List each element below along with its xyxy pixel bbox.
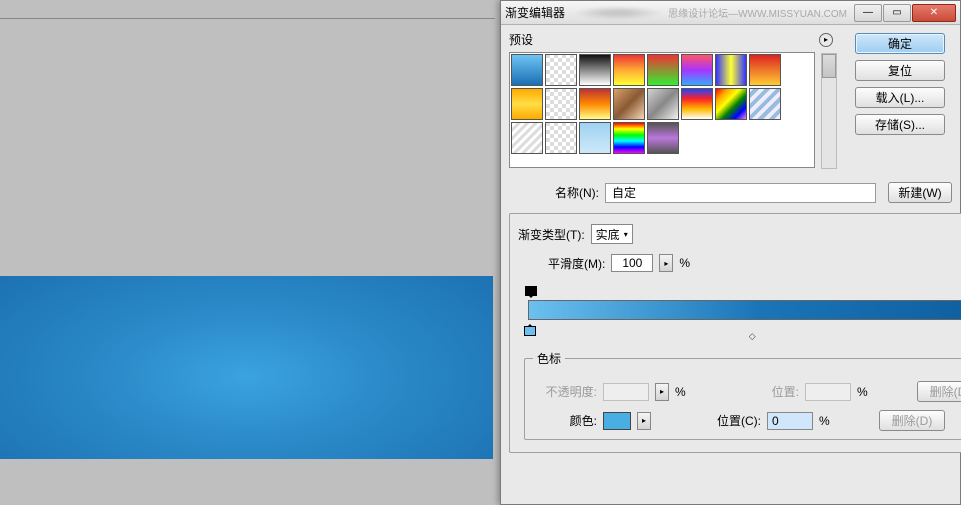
preset-swatch[interactable] [511, 88, 543, 120]
preset-swatch[interactable] [545, 122, 577, 154]
position-label: 位置: [735, 383, 799, 400]
color-picker-arrow[interactable]: ▸ [637, 412, 651, 430]
gradient-settings: 渐变类型(T): 实底 ▾ 平滑度(M): ▸ % ◇ [509, 213, 961, 453]
stops-group: 色标 不透明度: ▸ % 位置: % 删除(D) [524, 350, 961, 440]
preset-swatch[interactable] [749, 88, 781, 120]
title-smudge [573, 6, 662, 20]
type-select[interactable]: 实底 ▾ [591, 224, 633, 244]
gradient-bar[interactable] [528, 300, 961, 320]
gradient-track[interactable]: ◇ [528, 286, 961, 332]
watermark: 思缘设计论坛—WWW.MISSYUAN.COM [662, 5, 853, 20]
close-button[interactable]: ✕ [912, 4, 956, 22]
preset-swatch[interactable] [579, 122, 611, 154]
percent-label: % [679, 256, 693, 270]
reset-button[interactable]: 复位 [855, 60, 945, 81]
presets-scrollbar[interactable] [821, 53, 837, 169]
position-input [805, 383, 851, 401]
type-label: 渐变类型(T): [518, 226, 585, 243]
gradient-editor-dialog: 渐变编辑器 思缘设计论坛—WWW.MISSYUAN.COM — ▭ ✕ 预设 ▸ [500, 0, 961, 505]
smooth-stepper[interactable]: ▸ [659, 254, 673, 272]
type-value: 实底 [596, 226, 620, 243]
preset-swatch[interactable] [579, 88, 611, 120]
preset-swatch[interactable] [545, 54, 577, 86]
smooth-label: 平滑度(M): [548, 255, 605, 272]
new-button[interactable]: 新建(W) [888, 182, 952, 203]
stops-label: 色标 [533, 350, 565, 367]
load-button[interactable]: 载入(L)... [855, 87, 945, 108]
dialog-title: 渐变编辑器 [505, 4, 573, 21]
workspace [0, 18, 495, 505]
maximize-button[interactable]: ▭ [883, 4, 911, 22]
delete-opacity-button: 删除(D) [917, 381, 961, 402]
ok-button[interactable]: 确定 [855, 33, 945, 54]
preset-swatch[interactable] [681, 88, 713, 120]
chevron-down-icon: ▾ [624, 230, 628, 239]
opacity-stepper: ▸ [655, 383, 669, 401]
preset-swatch[interactable] [749, 54, 781, 86]
color-swatch[interactable] [603, 412, 631, 430]
percent-label: % [819, 414, 833, 428]
canvas-preview [0, 276, 493, 459]
midpoint-icon[interactable]: ◇ [749, 331, 756, 342]
preset-swatch[interactable] [715, 54, 747, 86]
delete-color-button: 删除(D) [879, 410, 945, 431]
preset-swatch[interactable] [511, 54, 543, 86]
preset-swatch[interactable] [715, 88, 747, 120]
position2-label: 位置(C): [697, 412, 761, 429]
preset-swatch[interactable] [647, 88, 679, 120]
smooth-input[interactable] [611, 254, 653, 272]
preset-swatch[interactable] [579, 54, 611, 86]
color-label: 颜色: [533, 412, 597, 429]
presets-menu-icon[interactable]: ▸ [819, 33, 833, 47]
position2-input[interactable] [767, 412, 813, 430]
preset-swatch[interactable] [647, 54, 679, 86]
preset-swatch[interactable] [511, 122, 543, 154]
percent-label: % [857, 385, 871, 399]
preset-swatch[interactable] [613, 88, 645, 120]
preset-swatch[interactable] [613, 122, 645, 154]
opacity-stop-left[interactable] [524, 286, 536, 298]
preset-grid[interactable] [509, 52, 815, 168]
presets-label: 预设 [509, 31, 533, 48]
titlebar[interactable]: 渐变编辑器 思缘设计论坛—WWW.MISSYUAN.COM — ▭ ✕ [501, 1, 960, 25]
name-input[interactable] [605, 183, 876, 203]
preset-swatch[interactable] [681, 54, 713, 86]
preset-swatch[interactable] [613, 54, 645, 86]
percent-label: % [675, 385, 689, 399]
opacity-label: 不透明度: [533, 383, 597, 400]
opacity-input [603, 383, 649, 401]
scrollbar-thumb[interactable] [822, 54, 836, 78]
preset-swatch[interactable] [647, 122, 679, 154]
minimize-button[interactable]: — [854, 4, 882, 22]
name-label: 名称(N): [509, 184, 599, 201]
preset-swatch[interactable] [545, 88, 577, 120]
color-stop-left[interactable] [524, 320, 536, 334]
save-button[interactable]: 存储(S)... [855, 114, 945, 135]
